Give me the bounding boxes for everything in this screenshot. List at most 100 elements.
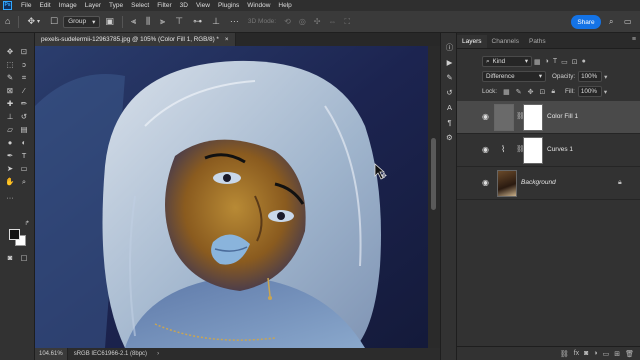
more-tools-icon[interactable]: ··· [5, 193, 15, 203]
clone-stamp-tool-icon[interactable]: ⊥ [5, 112, 15, 122]
photoshop-logo[interactable]: Ps [3, 1, 12, 10]
menu-select[interactable]: Select [127, 2, 153, 9]
filter-pixel-icon[interactable]: ▦ [534, 58, 541, 66]
zoom-level-field[interactable]: 104.61% [35, 348, 68, 360]
share-button[interactable]: Share [571, 15, 601, 29]
filter-kind-dropdown[interactable]: ⌕ Kind ▾ [482, 56, 532, 67]
lock-image-icon[interactable]: ✎ [516, 88, 522, 96]
scale-3d-icon[interactable]: ⛶ [345, 17, 351, 27]
lock-position-icon[interactable]: ✥ [528, 88, 534, 96]
blur-tool-icon[interactable]: ● [5, 138, 15, 148]
layer-row-color-fill[interactable]: ◉ ⛓ Color Fill 1 [457, 101, 640, 134]
hand-tool-icon[interactable]: ✋ [5, 177, 15, 187]
workspace-icon[interactable]: ▭ [624, 17, 632, 26]
zoom-tool-icon[interactable]: ⌕ [19, 177, 29, 187]
history-icon[interactable]: ↺ [445, 88, 454, 97]
more-options-icon[interactable]: ··· [230, 17, 239, 26]
brush-settings-icon[interactable]: ✎ [445, 73, 454, 82]
lock-transparent-icon[interactable]: ▦ [503, 88, 510, 96]
align-middle-icon[interactable]: ⊶ [193, 17, 202, 26]
quick-selection-tool-icon[interactable]: ✎ [5, 73, 15, 83]
lock-artboard-icon[interactable]: ⊡ [539, 88, 545, 96]
menu-help[interactable]: Help [274, 2, 295, 9]
panel-menu-icon[interactable]: ≡ [632, 36, 636, 43]
auto-select-checkbox[interactable]: ☐ [50, 17, 58, 26]
menu-plugins[interactable]: Plugins [214, 2, 243, 9]
slide-3d-icon[interactable]: ⇔ [329, 17, 337, 26]
auto-select-dropdown[interactable]: Group ▾ [63, 15, 101, 28]
filter-shape-icon[interactable]: ▭ [561, 58, 568, 66]
character-icon[interactable]: A [445, 103, 454, 112]
filter-type-icon[interactable]: T [553, 58, 557, 65]
menu-file[interactable]: File [17, 2, 35, 9]
layer-mask-thumbnail[interactable] [523, 104, 543, 131]
layer-row-curves[interactable]: ◉ ⌇ ⛓ Curves 1 [457, 134, 640, 167]
tab-paths[interactable]: Paths [524, 35, 551, 48]
align-bottom-icon[interactable]: ⊥ [212, 17, 220, 26]
lock-all-icon[interactable]: 🔒︎ [551, 88, 555, 96]
artboard-tool-icon[interactable]: ⊡ [19, 47, 29, 57]
lock-icon[interactable]: 🔒︎ [618, 179, 622, 187]
align-left-icon[interactable]: ⫷ [131, 17, 136, 26]
move-tool-icon[interactable]: ✥ [5, 47, 15, 57]
align-top-icon[interactable]: ⊤ [175, 17, 183, 26]
trash-icon[interactable]: 🗑︎ [625, 350, 634, 358]
frame-tool-icon[interactable]: ⊠ [5, 86, 15, 96]
mask-icon[interactable]: ◙ [584, 350, 588, 357]
blend-mode-dropdown[interactable]: Difference ▾ [482, 71, 546, 82]
properties-icon[interactable]: ⚙ [445, 133, 454, 142]
document-tab[interactable]: pexels-sudelermii-12963785.jpg @ 105% (C… [35, 33, 236, 46]
screen-mode-icon[interactable]: ▢ [19, 253, 29, 263]
rectangle-tool-icon[interactable]: ▭ [19, 164, 29, 174]
home-icon[interactable]: ⌂ [5, 17, 10, 26]
menu-type[interactable]: Type [105, 2, 127, 9]
adjustment-icon[interactable]: ◑ [593, 350, 597, 357]
gradient-tool-icon[interactable]: ▤ [19, 125, 29, 135]
type-tool-icon[interactable]: T [19, 151, 29, 161]
layer-row-background[interactable]: ◉ Background 🔒︎ [457, 167, 640, 200]
tab-layers[interactable]: Layers [457, 35, 487, 48]
dodge-tool-icon[interactable]: ◐ [19, 138, 29, 148]
actions-play-icon[interactable]: ▶ [445, 58, 454, 67]
roll-3d-icon[interactable]: ◎ [299, 17, 306, 26]
group-icon[interactable]: ▭ [603, 350, 610, 358]
image-canvas[interactable]: ✥ [35, 46, 428, 348]
filter-adjustment-icon[interactable]: ◑ [545, 58, 549, 65]
marquee-tool-icon[interactable]: ⬚ [5, 60, 15, 70]
menu-3d[interactable]: 3D [176, 2, 192, 9]
history-brush-tool-icon[interactable]: ↺ [19, 112, 29, 122]
lasso-tool-icon[interactable]: ↄ [19, 60, 29, 70]
vertical-scrollbar[interactable] [428, 46, 440, 348]
paragraph-icon[interactable]: ¶ [445, 118, 454, 127]
chevron-down-icon[interactable]: ▾ [604, 88, 607, 96]
path-selection-tool-icon[interactable]: ➤ [5, 164, 15, 174]
chevron-right-icon[interactable]: › [157, 351, 159, 357]
crop-tool-icon[interactable]: ⌗ [19, 73, 29, 83]
align-right-icon[interactable]: ⫸ [160, 17, 165, 26]
menu-image[interactable]: Image [55, 2, 81, 9]
orbit-3d-icon[interactable]: ⟲ [284, 17, 291, 26]
menu-view[interactable]: View [192, 2, 214, 9]
menu-window[interactable]: Window [243, 2, 274, 9]
visibility-eye-icon[interactable]: ◉ [482, 145, 489, 154]
scrollbar-thumb[interactable] [431, 138, 436, 210]
menu-layer[interactable]: Layer [81, 2, 105, 9]
align-center-icon[interactable]: ⫼ [146, 17, 150, 26]
transform-controls-icon[interactable]: ▣ [105, 17, 114, 26]
visibility-eye-icon[interactable]: ◉ [482, 112, 489, 121]
chevron-down-icon[interactable]: ▾ [37, 19, 40, 25]
new-layer-icon[interactable]: ⊞ [614, 350, 620, 358]
swap-colors-icon[interactable]: ↱ [22, 219, 32, 229]
quick-mask-icon[interactable]: ◙ [5, 253, 15, 263]
foreground-color-swatch[interactable] [9, 229, 20, 240]
link-icon[interactable]: ⛓ [560, 350, 569, 358]
pen-tool-icon[interactable]: ✒ [5, 151, 15, 161]
menu-filter[interactable]: Filter [153, 2, 175, 9]
eraser-tool-icon[interactable]: ▱ [5, 125, 15, 135]
chevron-down-icon[interactable]: ▾ [604, 73, 607, 81]
move-tool-icon[interactable]: ✥ [27, 17, 35, 26]
tab-channels[interactable]: Channels [487, 35, 524, 48]
search-icon[interactable]: ⌕ [609, 17, 613, 27]
opacity-field[interactable]: 100% [578, 71, 603, 82]
close-icon[interactable]: × [225, 36, 229, 43]
